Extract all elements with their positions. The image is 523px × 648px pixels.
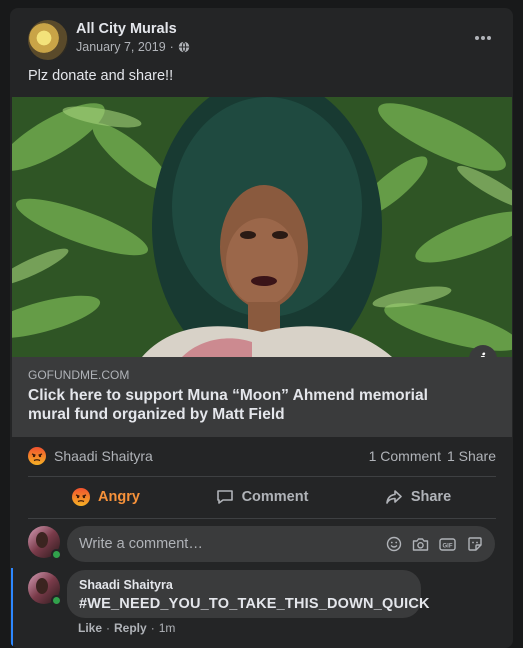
- comment-input[interactable]: [79, 536, 385, 552]
- svg-text:GIF: GIF: [443, 543, 453, 549]
- comment-button[interactable]: Comment: [184, 480, 340, 514]
- emoji-button[interactable]: [385, 536, 402, 553]
- share-button[interactable]: Share: [340, 480, 496, 514]
- sticker-button[interactable]: [466, 536, 483, 553]
- more-options-button[interactable]: [471, 28, 495, 48]
- gif-icon: GIF: [439, 537, 456, 551]
- reply-link[interactable]: Reply: [114, 621, 147, 635]
- reaction-stats: Shaadi Shaityra 1 Comment 1 Share: [28, 445, 496, 467]
- meta-separator: ·: [169, 40, 174, 54]
- reactor-name: Shaadi Shaityra: [54, 448, 153, 464]
- link-preview-image[interactable]: [12, 97, 512, 357]
- link-domain: GOFUNDME.COM: [28, 368, 130, 382]
- globe-icon: [178, 41, 190, 53]
- comment-thread-line: [11, 568, 13, 648]
- current-user-avatar[interactable]: [28, 526, 62, 560]
- emoji-icon: [386, 536, 401, 552]
- action-bar: Angry Comment Share: [28, 480, 496, 514]
- camera-icon: [412, 537, 429, 551]
- camera-button[interactable]: [412, 536, 429, 553]
- angry-reaction-icon: [72, 488, 91, 506]
- reaction-summary[interactable]: Shaadi Shaityra: [28, 447, 153, 465]
- share-icon: [386, 490, 402, 504]
- share-count[interactable]: 1 Share: [447, 448, 496, 464]
- post-card: All City Murals January 7, 2019 · Plz do…: [10, 8, 513, 648]
- angry-reaction-icon: [28, 447, 46, 465]
- comment-text: #WE_NEED_YOU_TO_TAKE_THIS_DOWN_QUICK: [79, 596, 430, 612]
- comment-icon: [216, 490, 233, 504]
- online-indicator: [51, 595, 62, 606]
- more-icon: [475, 36, 491, 40]
- share-label: Share: [410, 489, 452, 505]
- divider: [28, 476, 496, 477]
- divider: [28, 518, 496, 519]
- separator: ·: [150, 621, 155, 635]
- page-avatar[interactable]: [28, 20, 68, 60]
- post-text: Plz donate and share!!: [28, 68, 174, 84]
- commenter-avatar[interactable]: [28, 572, 62, 606]
- comment-actions: Like · Reply · 1m: [78, 621, 175, 635]
- post-date[interactable]: January 7, 2019: [76, 40, 166, 54]
- post-meta: January 7, 2019 ·: [76, 40, 190, 54]
- comment-time[interactable]: 1m: [159, 621, 176, 635]
- engagement-counts: 1 Comment 1 Share: [369, 448, 496, 464]
- link-preview[interactable]: GOFUNDME.COM Click here to support Muna …: [12, 357, 512, 437]
- sticker-icon: [467, 537, 482, 551]
- like-link[interactable]: Like: [78, 621, 102, 635]
- separator: ·: [106, 621, 111, 635]
- post-author[interactable]: All City Murals: [76, 21, 177, 37]
- angry-label: Angry: [98, 489, 140, 505]
- online-indicator: [51, 549, 62, 560]
- comment-composer: GIF: [67, 526, 495, 562]
- comment-bubble: Shaadi Shaityra #WE_NEED_YOU_TO_TAKE_THI…: [67, 570, 430, 618]
- post-header: All City Murals January 7, 2019 ·: [10, 8, 513, 64]
- angry-button[interactable]: Angry: [28, 480, 184, 514]
- comment-author[interactable]: Shaadi Shaityra: [79, 578, 409, 592]
- portrait-photo: [12, 97, 512, 357]
- link-title[interactable]: Click here to support Muna “Moon” Ahmend…: [28, 386, 468, 424]
- composer-icons: GIF: [385, 536, 483, 553]
- comment-label: Comment: [241, 489, 309, 505]
- gif-button[interactable]: GIF: [439, 536, 456, 553]
- comment-count[interactable]: 1 Comment: [369, 448, 441, 464]
